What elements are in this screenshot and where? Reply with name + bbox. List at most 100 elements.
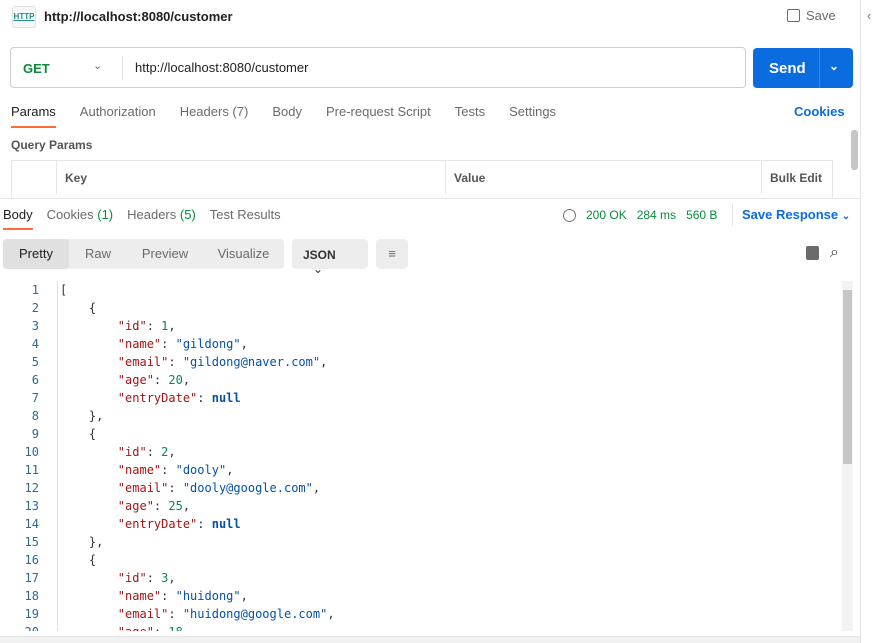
tab-settings[interactable]: Settings xyxy=(509,104,556,119)
tab-tests[interactable]: Tests xyxy=(455,104,485,119)
code-text: "id": 1, xyxy=(60,317,176,335)
tab-params[interactable]: Params xyxy=(11,104,56,128)
code-text: { xyxy=(60,299,96,317)
tab-response-headers[interactable]: Headers (5) xyxy=(127,207,196,222)
send-label: Send xyxy=(769,60,806,77)
save-label: Save xyxy=(806,8,836,23)
code-token: "dooly@google.com" xyxy=(182,481,313,495)
view-pretty[interactable]: Pretty xyxy=(3,239,69,269)
code-token: "name" xyxy=(117,463,162,477)
status-code[interactable]: 200 OK xyxy=(586,208,627,222)
pane-divider[interactable] xyxy=(0,198,860,199)
request-scrollbar[interactable] xyxy=(851,130,858,170)
format-label: JSON xyxy=(303,248,336,262)
view-mode-selector: Pretty Raw Preview Visualize xyxy=(3,239,284,269)
code-token: 25 xyxy=(168,499,183,513)
method-select[interactable]: GET xyxy=(23,61,50,76)
code-token: , xyxy=(168,319,176,333)
tab-test-results[interactable]: Test Results xyxy=(210,207,281,222)
line-number: 8 xyxy=(31,409,39,423)
code-token: , xyxy=(226,463,234,477)
code-token: : xyxy=(161,589,176,603)
copy-icon[interactable] xyxy=(806,246,819,260)
label: Save Response xyxy=(742,207,839,222)
code-text: "id": 2, xyxy=(60,443,176,461)
query-params-table: Key Value Bulk Edit xyxy=(11,160,833,198)
code-token: "dooly" xyxy=(175,463,227,477)
code-line: 5 "email": "gildong@naver.com", xyxy=(0,353,840,371)
tab-response-cookies[interactable]: Cookies (1) xyxy=(47,207,113,222)
save-button[interactable]: Save xyxy=(787,8,836,23)
code-token: : xyxy=(168,481,183,495)
tab-body[interactable]: Body xyxy=(272,104,302,119)
label: Cookies xyxy=(46,207,94,222)
wrap-lines-icon[interactable]: ≡ xyxy=(376,239,408,269)
response-time[interactable]: 284 ms xyxy=(637,208,676,222)
code-text: "email": "gildong@naver.com", xyxy=(60,353,328,371)
cookies-link[interactable]: Cookies xyxy=(794,104,845,119)
tab-pre-request-script[interactable]: Pre-request Script xyxy=(326,104,431,119)
code-token: , xyxy=(240,337,248,351)
response-size[interactable]: 560 B xyxy=(686,208,717,222)
line-number: 17 xyxy=(24,571,39,585)
code-token: "name" xyxy=(117,337,162,351)
tab-authorization[interactable]: Authorization xyxy=(80,104,156,119)
label: Headers xyxy=(127,207,177,222)
count: (1) xyxy=(97,207,114,222)
code-line: 16 { xyxy=(0,551,840,569)
code-text: "name": "dooly", xyxy=(60,461,234,479)
collapse-chevron-icon[interactable]: ‹ xyxy=(867,8,871,23)
save-response-button[interactable]: Save Response ⌄ xyxy=(742,207,850,222)
code-token: "entryDate" xyxy=(117,517,198,531)
send-button[interactable]: Send ⌄ xyxy=(753,48,853,88)
code-text: [ xyxy=(60,281,67,299)
chevron-down-icon[interactable]: ⌄ xyxy=(829,59,839,73)
tab-response-body[interactable]: Body xyxy=(3,207,33,230)
code-token: : xyxy=(197,517,212,531)
code-token: "age" xyxy=(117,499,154,513)
code-token: "age" xyxy=(118,625,154,631)
query-params-title: Query Params xyxy=(11,138,93,152)
code-token: "gildong@naver.com" xyxy=(182,355,321,369)
line-number: 11 xyxy=(24,463,39,477)
bulk-edit-button[interactable]: Bulk Edit xyxy=(762,161,834,194)
http-request-icon: HTTP xyxy=(12,6,36,28)
code-line: 13 "age": 25, xyxy=(0,497,840,515)
request-tabs: Params Authorization Headers (7) Body Pr… xyxy=(11,104,556,128)
code-text: { xyxy=(60,551,96,569)
view-preview[interactable]: Preview xyxy=(127,239,203,269)
code-token: : xyxy=(146,319,162,333)
code-text: "id": 3, xyxy=(60,569,176,587)
url-input[interactable]: http://localhost:8080/customer xyxy=(135,60,308,75)
code-line: 8 }, xyxy=(0,407,840,425)
view-visualize[interactable]: Visualize xyxy=(203,239,284,269)
globe-icon[interactable] xyxy=(563,208,576,222)
request-header: HTTP http://localhost:8080/customer Save xyxy=(0,0,860,34)
code-token: 18 xyxy=(168,625,182,631)
response-tabs: Body Cookies (1) Headers (5) Test Result… xyxy=(3,207,281,230)
request-title[interactable]: http://localhost:8080/customer xyxy=(44,9,233,24)
code-token: "email" xyxy=(117,607,169,621)
search-icon[interactable]: ⌕ xyxy=(830,244,839,262)
code-token: "email" xyxy=(117,355,169,369)
tab-headers[interactable]: Headers (7) xyxy=(180,104,249,119)
horizontal-scrollbar[interactable] xyxy=(0,636,860,643)
format-select[interactable]: JSON ⌄ xyxy=(292,239,368,276)
chevron-down-icon[interactable]: ⌄ xyxy=(93,59,102,72)
code-token: }, xyxy=(60,409,104,423)
response-body-editor[interactable]: 1[2 {3 "id": 1, 4 "name": "gildong", 5 "em… xyxy=(0,281,840,631)
response-scrollbar-thumb[interactable] xyxy=(843,290,852,464)
code-text: "entryDate": null xyxy=(60,389,241,407)
line-number: 4 xyxy=(31,337,39,351)
code-token: , xyxy=(327,607,335,621)
view-raw[interactable]: Raw xyxy=(69,239,127,269)
